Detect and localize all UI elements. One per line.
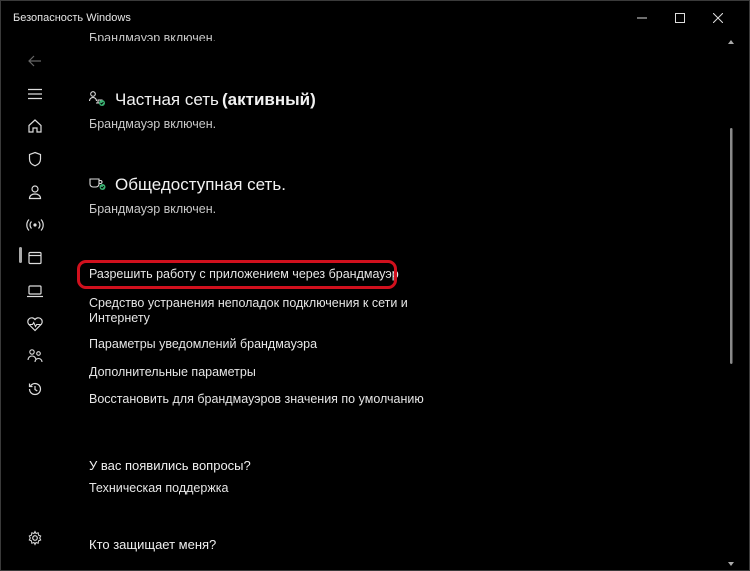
back-arrow-icon (28, 55, 41, 67)
private-network-status: Брандмауэр включен. (89, 117, 217, 131)
support-link[interactable]: Техническая поддержка (89, 481, 228, 495)
window-title: Безопасность Windows (13, 12, 131, 24)
security-window: Безопасность Windows Брандмауэр включен.… (0, 0, 750, 571)
sidebar-item-virus-protection[interactable] (19, 143, 51, 175)
sidebar-item-family[interactable] (19, 340, 51, 372)
title-bar: Безопасность Windows (1, 1, 749, 35)
troubleshooter-link-line2[interactable]: Интернету (89, 311, 150, 325)
close-button[interactable] (699, 1, 737, 35)
sidebar-item-settings[interactable] (19, 522, 51, 554)
restore-defaults-link[interactable]: Восстановить для брандмауэров значения п… (89, 392, 424, 406)
menu-button[interactable] (19, 78, 51, 110)
private-network-icon (88, 90, 105, 111)
close-icon (713, 13, 723, 23)
red-highlight-frame (77, 260, 397, 289)
who-protects-heading: Кто защищает меня? (89, 537, 217, 552)
questions-heading: У вас появились вопросы? (89, 458, 251, 473)
sidebar-item-device-security[interactable] (19, 275, 51, 307)
shield-icon (28, 151, 42, 167)
advanced-settings-link[interactable]: Дополнительные параметры (89, 365, 256, 379)
sidebar-item-app-browser[interactable] (19, 242, 51, 274)
back-button[interactable] (19, 45, 51, 77)
public-network-name[interactable]: Общедоступная сеть. (115, 175, 286, 195)
minimize-button[interactable] (623, 1, 661, 35)
device-icon (27, 285, 43, 298)
scroll-thumb (730, 128, 733, 364)
scrollbar[interactable] (726, 35, 736, 570)
scroll-down-arrow (728, 562, 734, 566)
minimize-icon (637, 17, 647, 19)
notification-settings-link[interactable]: Параметры уведомлений брандмауэра (89, 337, 317, 351)
home-icon (28, 119, 42, 133)
maximize-button[interactable] (661, 1, 699, 35)
public-network-status: Брандмауэр включен. (89, 202, 217, 216)
settings-icon (28, 530, 42, 546)
app-browser-icon (28, 251, 42, 265)
history-icon (28, 382, 42, 396)
sidebar-item-account[interactable] (19, 176, 51, 208)
sidebar-item-device-health[interactable] (19, 308, 51, 340)
family-icon (27, 349, 43, 363)
active-badge: (активный) (222, 90, 316, 109)
maximize-icon (675, 13, 685, 23)
troubleshooter-link-line1[interactable]: Средство устранения неполадок подключени… (89, 296, 408, 310)
public-network-icon (89, 175, 107, 196)
sidebar-item-home[interactable] (19, 110, 51, 142)
account-icon (28, 185, 42, 200)
private-network-name[interactable]: Частная сеть (115, 90, 219, 110)
sidebar-item-network[interactable] (19, 209, 51, 241)
content-area: Брандмауэр включен. Частная сеть (активн… (88, 31, 729, 570)
sidebar (1, 35, 69, 570)
hamburger-menu-icon (28, 88, 42, 100)
sidebar-item-history[interactable] (19, 373, 51, 405)
health-icon (27, 317, 43, 332)
scroll-up-arrow (728, 40, 734, 44)
network-icon (26, 219, 44, 231)
cut-off-status: Брандмауэр включен. (89, 31, 217, 41)
